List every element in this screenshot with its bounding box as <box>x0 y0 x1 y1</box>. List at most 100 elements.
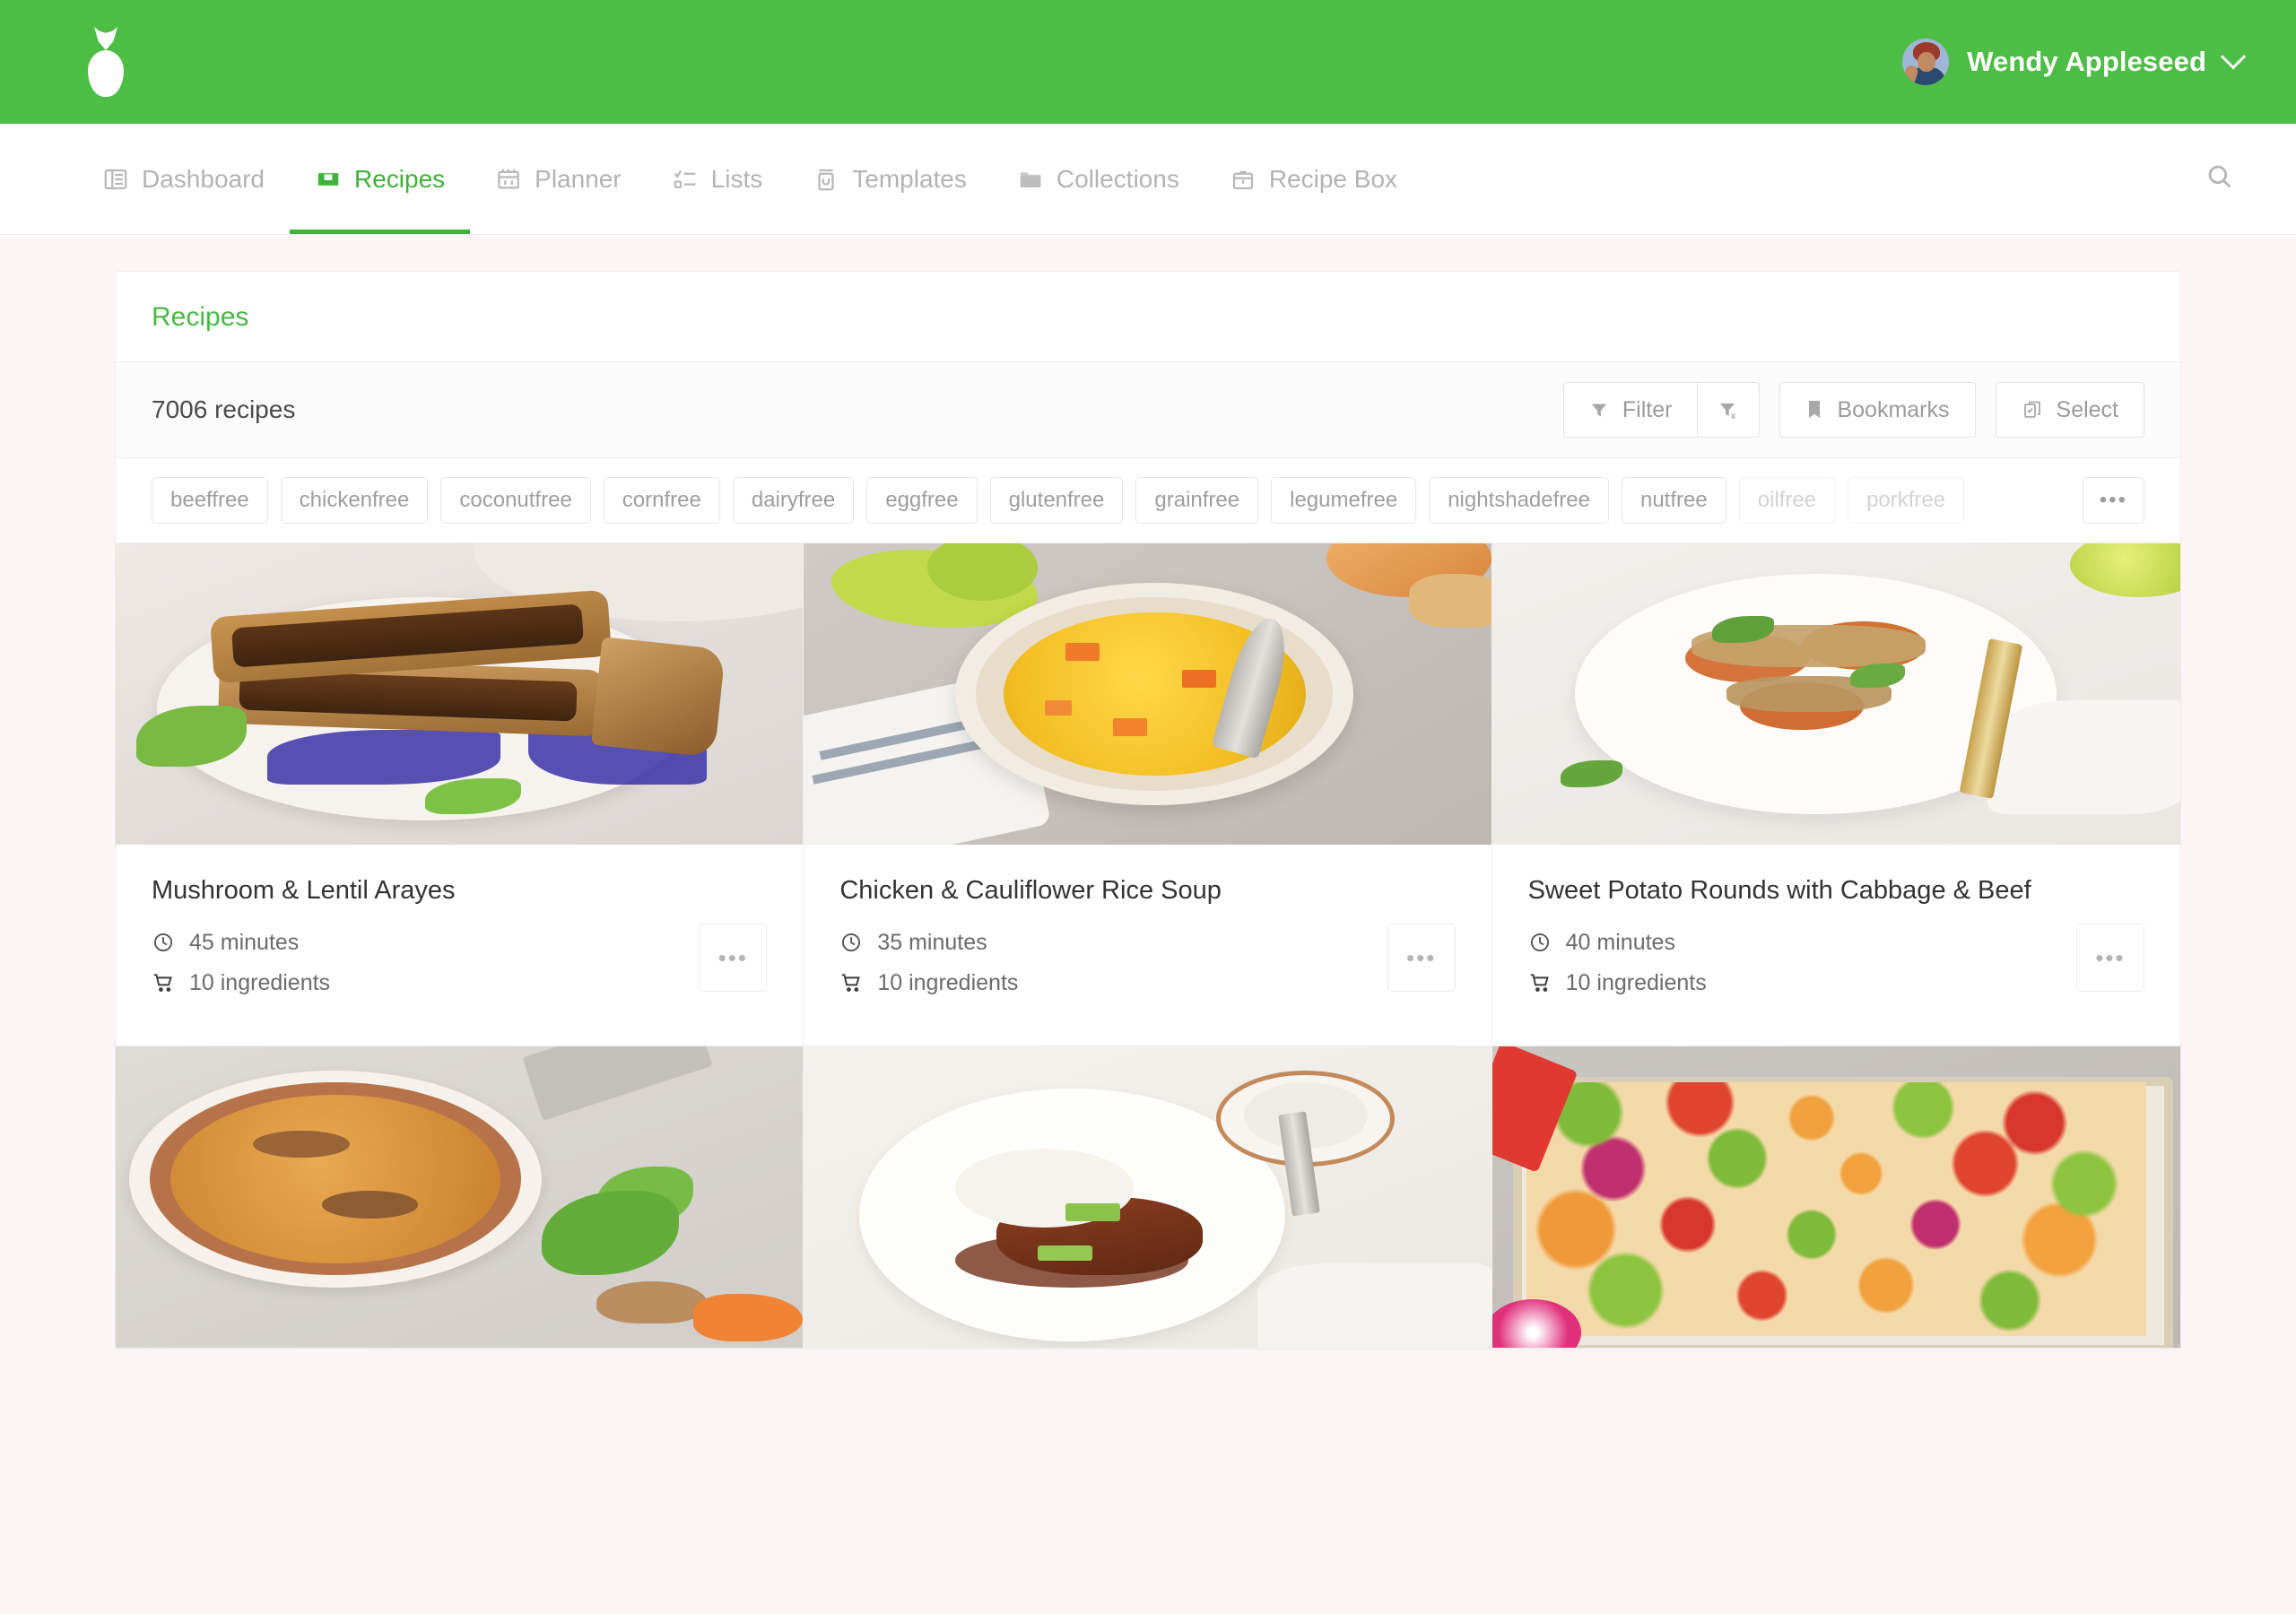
recipe-card-body: Mushroom & Lentil Arayes 45 minutes 10 i… <box>116 845 803 1046</box>
clock-icon <box>152 931 175 954</box>
tag-chip[interactable]: eggfree <box>866 477 978 524</box>
dashboard-icon <box>102 166 129 193</box>
recipe-photo[interactable] <box>804 543 1492 845</box>
recipe-ingredients-label: 10 ingredients <box>189 969 331 995</box>
recipes-icon <box>315 166 342 193</box>
recipe-time: 45 minutes <box>152 930 767 956</box>
cart-icon <box>839 971 863 994</box>
recipe-card[interactable]: Chicken & Cauliflower Rice Soup 35 minut… <box>804 543 1492 1046</box>
recipe-card[interactable] <box>804 1046 1492 1349</box>
tag-chip[interactable]: nightshadefree <box>1429 477 1609 524</box>
recipe-more-button[interactable]: ••• <box>699 924 768 992</box>
tag-chip[interactable]: oilfree <box>1738 477 1836 524</box>
nav-item-lists[interactable]: Lists <box>647 124 788 234</box>
nav-label: Dashboard <box>142 164 265 193</box>
recipe-photo[interactable] <box>116 1046 804 1348</box>
recipe-card[interactable]: Mushroom & Lentil Arayes 45 minutes 10 i… <box>116 543 804 1046</box>
recipe-ingredients-label: 10 ingredients <box>877 969 1019 995</box>
tag-chip[interactable]: porkfree <box>1848 477 1965 524</box>
nav-item-templates[interactable]: Templates <box>787 124 992 234</box>
nav-item-dashboard[interactable]: Dashboard <box>86 124 290 234</box>
search-button[interactable] <box>2183 124 2242 234</box>
bookmarks-button[interactable]: Bookmarks <box>1779 382 1976 438</box>
page-title: Recipes <box>152 302 249 332</box>
filter-label: Filter <box>1622 396 1673 422</box>
recipe-more-button[interactable]: ••• <box>2075 924 2144 992</box>
select-label: Select <box>2056 396 2118 422</box>
recipe-ingredients: 10 ingredients <box>1528 970 2144 996</box>
recipe-photo[interactable] <box>116 543 804 845</box>
recipes-toolbar: 7006 recipes Filter x Bookmarks Select <box>116 362 2180 458</box>
recipe-time-label: 45 minutes <box>189 929 300 955</box>
recipe-ingredients-label: 10 ingredients <box>1565 969 1707 995</box>
user-name-label: Wendy Appleseed <box>1967 46 2206 77</box>
top-header-bar: Wendy Appleseed <box>0 0 2296 124</box>
main-navigation: Dashboard Recipes Planner Lists Template… <box>0 124 2296 235</box>
nav-label: Recipe Box <box>1268 164 1398 193</box>
nav-item-recipes[interactable]: Recipes <box>289 124 471 234</box>
tag-chip[interactable]: beeffree <box>152 477 268 524</box>
recipe-title: Sweet Potato Rounds with Cabbage & Beef <box>1527 876 2031 905</box>
tag-chip[interactable]: chickenfree <box>280 477 429 524</box>
filter-button-group: Filter x <box>1562 382 1761 438</box>
nav-item-planner[interactable]: Planner <box>470 124 647 234</box>
tag-chip[interactable]: coconutfree <box>440 477 591 524</box>
templates-icon <box>813 166 839 193</box>
bookmark-icon <box>1805 399 1823 421</box>
search-icon <box>2205 161 2235 196</box>
recipe-card[interactable] <box>1492 1046 2180 1349</box>
bookmarks-label: Bookmarks <box>1837 396 1950 422</box>
recipe-more-button[interactable]: ••• <box>1387 924 1456 992</box>
recipe-photo[interactable] <box>1492 543 2180 845</box>
nav-item-collections[interactable]: Collections <box>992 124 1205 234</box>
tag-chip[interactable]: grainfree <box>1135 477 1259 524</box>
tag-chip[interactable]: glutenfree <box>989 477 1124 524</box>
recipe-card[interactable] <box>116 1046 804 1349</box>
nav-items: Dashboard Recipes Planner Lists Template… <box>86 124 1422 234</box>
recipe-time: 40 minutes <box>1528 930 2144 956</box>
recipe-ingredients: 10 ingredients <box>839 970 1455 996</box>
select-button[interactable]: Select <box>1995 382 2144 438</box>
cart-icon <box>152 971 175 994</box>
clear-filter-button[interactable]: x <box>1698 382 1761 438</box>
recipe-photo[interactable] <box>1492 1046 2180 1348</box>
folder-icon <box>1017 166 1044 193</box>
nav-label: Collections <box>1056 164 1179 193</box>
recipe-title: Mushroom & Lentil Arayes <box>152 876 456 905</box>
nav-label: Recipes <box>353 164 446 193</box>
svg-text:x: x <box>1731 412 1735 421</box>
tag-chip[interactable]: cornfree <box>603 477 720 524</box>
tag-chip[interactable]: nutfree <box>1621 477 1726 524</box>
more-tags-button[interactable]: ••• <box>2082 477 2144 524</box>
nav-label: Templates <box>852 164 967 193</box>
recipe-box-icon <box>1230 166 1257 193</box>
calendar-icon <box>495 166 522 193</box>
app-logo[interactable] <box>86 0 126 124</box>
nav-label: Planner <box>535 164 622 193</box>
recipe-card-body: Sweet Potato Rounds with Cabbage & Beef … <box>1492 845 2180 1046</box>
chevron-down-icon[interactable] <box>2220 44 2247 70</box>
recipe-time: 35 minutes <box>839 930 1455 956</box>
filter-clear-icon: x <box>1718 399 1739 421</box>
filter-button[interactable]: Filter <box>1562 382 1699 438</box>
recipes-panel: Recipes 7006 recipes Filter x Bookmarks … <box>115 271 2181 1349</box>
tag-chip[interactable]: dairyfree <box>732 477 855 524</box>
filter-icon <box>1589 400 1609 420</box>
nav-item-recipe-box[interactable]: Recipe Box <box>1205 124 1422 234</box>
page-content: Recipes 7006 recipes Filter x Bookmarks … <box>0 235 2296 1349</box>
user-menu[interactable]: Wendy Appleseed <box>1902 39 2247 85</box>
toolbar-actions: Filter x Bookmarks Select <box>1562 382 2144 438</box>
recipe-title: Chicken & Cauliflower Rice Soup <box>839 876 1222 905</box>
checklist-icon <box>672 166 699 193</box>
recipe-photo[interactable] <box>804 1046 1492 1348</box>
clock-icon <box>1528 931 1552 954</box>
clock-icon <box>839 931 863 954</box>
nav-label: Lists <box>710 164 763 193</box>
panel-header: Recipes <box>116 272 2180 362</box>
select-icon <box>2022 399 2043 421</box>
recipe-time-label: 35 minutes <box>877 929 987 955</box>
tag-chip[interactable]: legumefree <box>1271 477 1417 524</box>
recipe-grid: Mushroom & Lentil Arayes 45 minutes 10 i… <box>116 542 2180 1349</box>
recipe-card[interactable]: Sweet Potato Rounds with Cabbage & Beef … <box>1492 543 2180 1046</box>
